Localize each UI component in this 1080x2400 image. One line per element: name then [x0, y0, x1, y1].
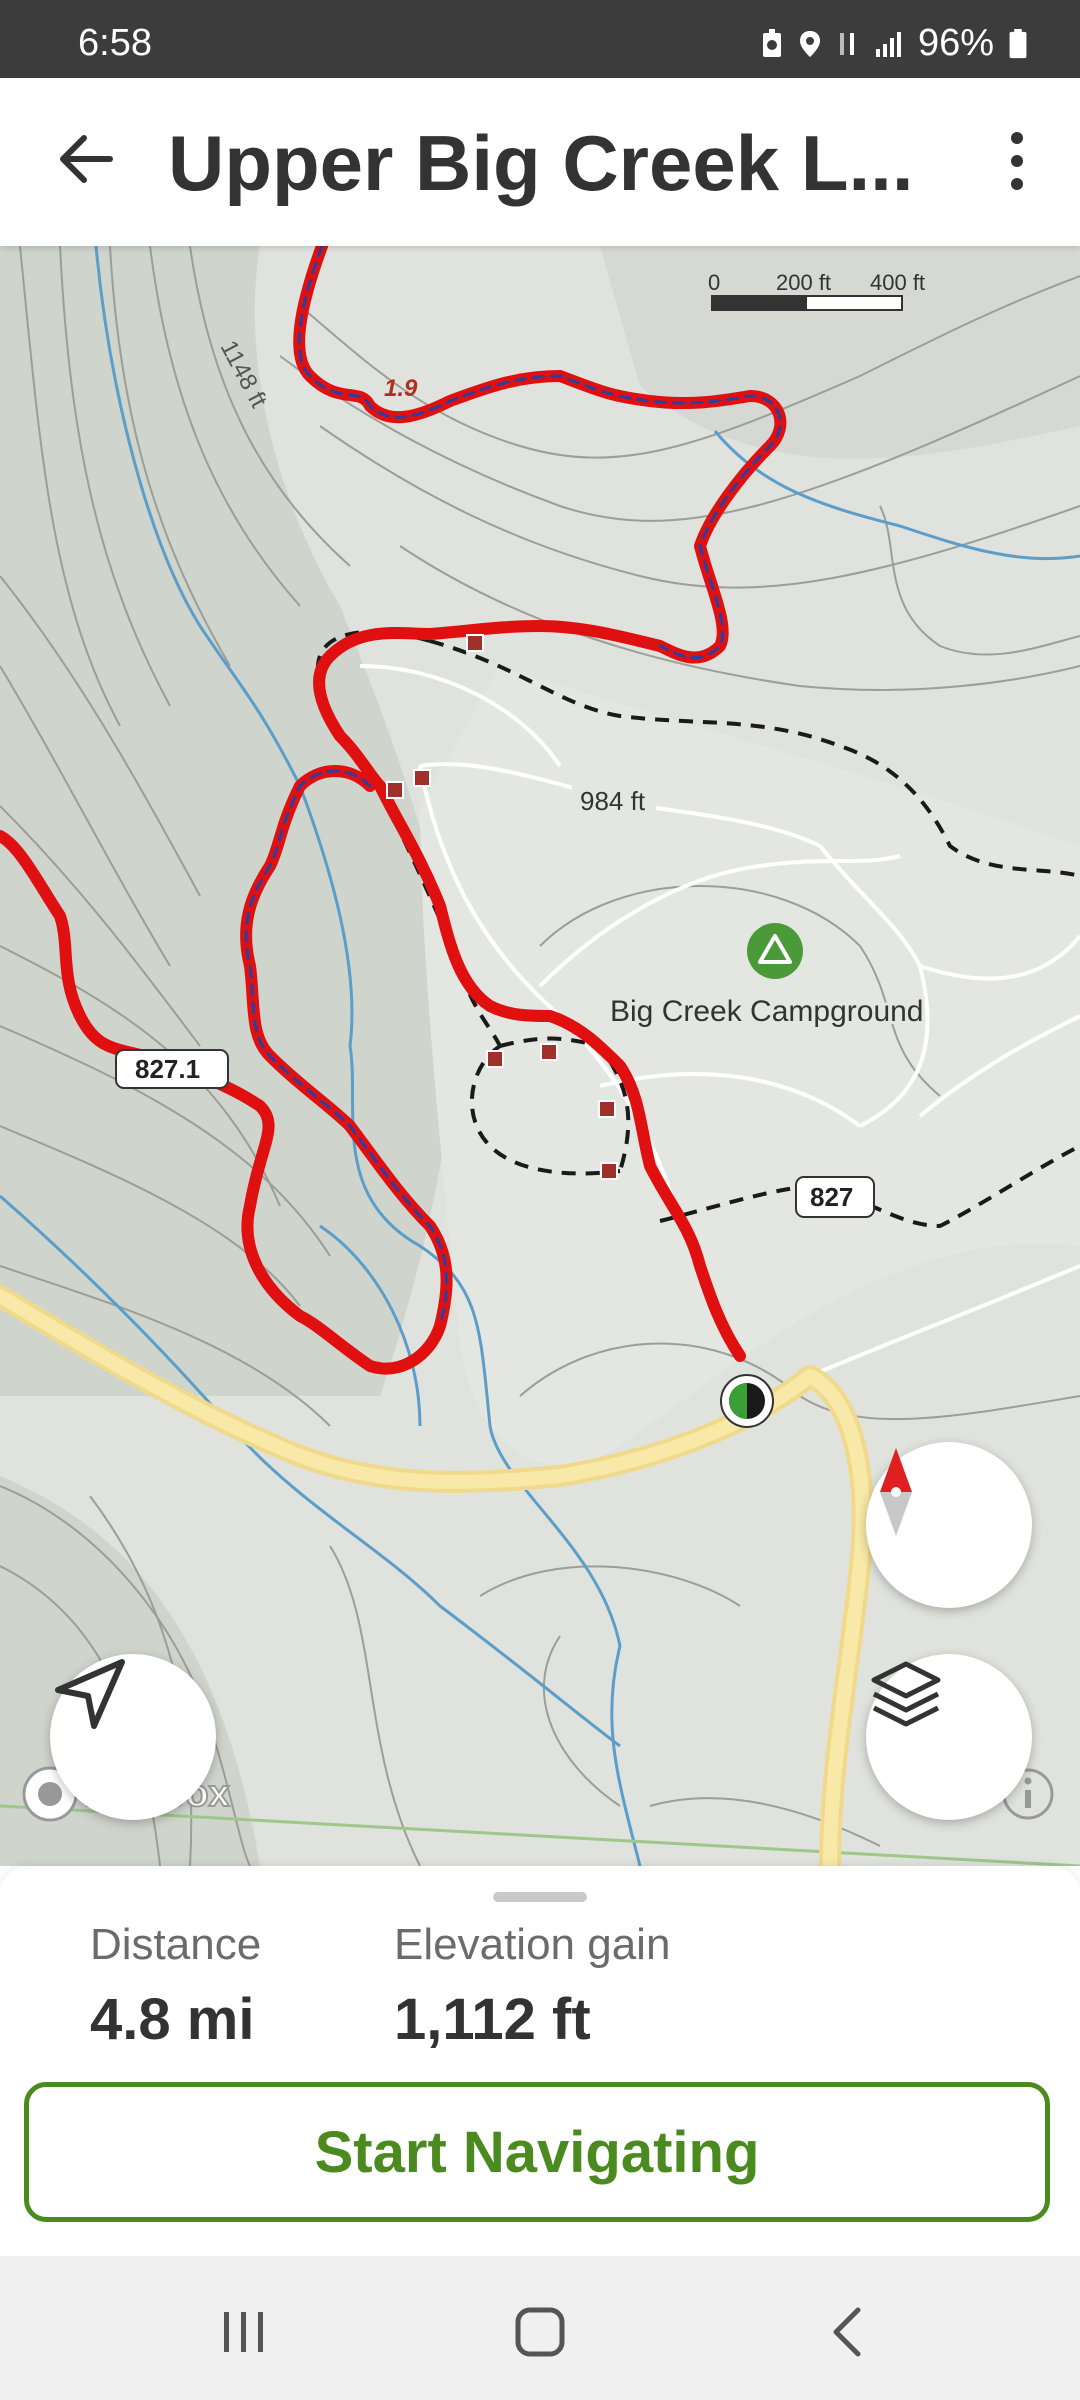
battery-percent: 96%	[917, 22, 994, 64]
location-icon	[799, 30, 820, 57]
compass-icon	[880, 1448, 912, 1536]
back-arrow-icon[interactable]	[50, 124, 120, 194]
status-bar: 6:58 96%	[0, 0, 1080, 78]
status-time: 6:58	[78, 22, 152, 64]
campground-marker[interactable]	[747, 923, 803, 979]
distance-stat: Distance 4.8 mi	[90, 1920, 261, 2053]
sheet-drag-handle[interactable]	[493, 1892, 587, 1902]
status-icons: 96%	[760, 22, 1028, 65]
mile-marker-label: 1.9	[384, 375, 418, 402]
battery-icon	[1009, 28, 1027, 58]
action-area: Start Navigating	[0, 2056, 1080, 2256]
trailhead-marker[interactable]	[720, 1374, 774, 1428]
scale-label-mid: 200 ft	[776, 270, 831, 295]
my-location-button[interactable]	[50, 1654, 216, 1820]
battery-saver-icon	[762, 28, 781, 57]
start-navigating-button[interactable]: Start Navigating	[24, 2082, 1050, 2222]
terrain-shading-3	[600, 246, 1080, 459]
scale-label-zero: 0	[708, 270, 720, 295]
home-icon[interactable]	[510, 2304, 570, 2360]
compass-button[interactable]	[866, 1442, 1032, 1608]
layers-icon	[871, 1661, 941, 1727]
elevation-value: 1,112 ft	[394, 1987, 591, 2052]
recent-apps-icon[interactable]	[214, 2304, 274, 2360]
distance-value: 4.8 mi	[90, 1987, 255, 2052]
campground-label: Big Creek Campground	[610, 995, 924, 1028]
system-back-icon[interactable]	[818, 2304, 878, 2360]
contour-label-984-group: 984 ft	[572, 786, 656, 816]
system-navigation-bar	[0, 2256, 1080, 2400]
junction-tag-827-1-label: 827.1	[135, 1054, 200, 1084]
navigation-arrow-icon	[55, 1659, 125, 1729]
junction-tag-827: 827	[795, 1176, 875, 1218]
elevation-label: Elevation gain	[394, 1920, 671, 1969]
contour-label-984: 984 ft	[580, 786, 646, 816]
distance-label: Distance	[90, 1920, 262, 1969]
valley-floor	[420, 666, 1080, 1465]
signal-icon	[875, 31, 901, 57]
map-layers-button[interactable]	[866, 1654, 1032, 1820]
junction-tag-827-1: 827.1	[115, 1049, 229, 1089]
scale-label-max: 400 ft	[870, 270, 925, 295]
data-4g-icon	[839, 32, 854, 55]
trail-map[interactable]: 1.9 1148 ft 984 ft Big Creek Campground …	[0, 246, 1080, 1866]
more-options-icon[interactable]	[992, 126, 1042, 196]
bottom-sheet[interactable]: Distance 4.8 mi Elevation gain 1,112 ft	[0, 1866, 1080, 2056]
app-bar: Upper Big Creek L...	[0, 78, 1080, 246]
elevation-stat: Elevation gain 1,112 ft	[394, 1920, 670, 2053]
page-title: Upper Big Creek L...	[168, 119, 914, 207]
junction-tag-827-label: 827	[810, 1182, 853, 1212]
